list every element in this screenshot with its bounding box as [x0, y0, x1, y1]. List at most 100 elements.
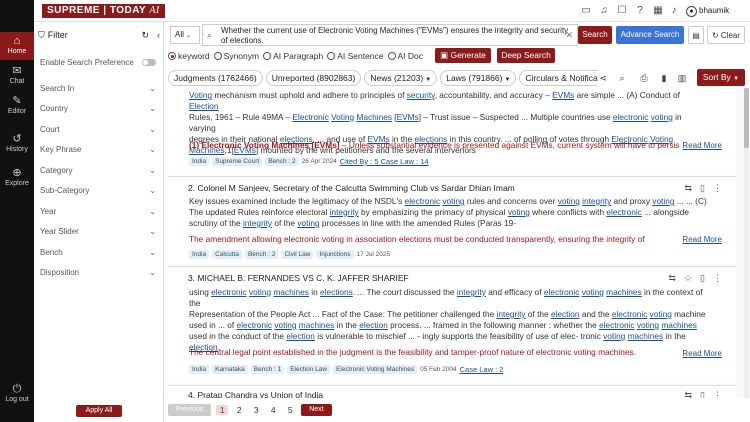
filter-country[interactable]: Country ⌄	[40, 102, 156, 114]
reset-icon[interactable]: ↻	[141, 30, 149, 41]
read-more-link[interactable]: Read More	[682, 235, 722, 244]
more-icon[interactable]: ⋮	[713, 183, 722, 194]
read-more-link[interactable]: Read More	[682, 141, 722, 150]
translate-icon[interactable]: ⇆	[685, 390, 693, 398]
result-title[interactable]: 4. Pratap Chandra vs Union of India	[188, 390, 323, 398]
sort-by-button[interactable]: Sort By ▼	[697, 69, 745, 86]
logout-icon: ⏻	[12, 383, 22, 395]
tab-label: Judgments (1762466)	[174, 73, 257, 83]
filter-sub-category[interactable]: Sub-Category ⌄	[40, 184, 156, 196]
chat-bubble-icon[interactable]: ☐	[616, 5, 628, 17]
tab-judgments[interactable]: Judgments (1762466)	[168, 70, 263, 86]
print-icon[interactable]: ⎙	[638, 72, 650, 84]
search-button[interactable]: Search	[578, 26, 612, 44]
cast-icon[interactable]: ▭	[580, 5, 592, 17]
previous-page-button[interactable]: Previous	[168, 404, 212, 416]
advance-search-button[interactable]: Advance Search	[616, 26, 684, 44]
result-title[interactable]: 3. MICHAEL B. FERNANDES VS C. K. JAFFER …	[188, 273, 409, 283]
translate-icon[interactable]: ⇆	[668, 273, 676, 284]
tab-unreported[interactable]: Unreported (8902863)	[265, 70, 362, 86]
page-2[interactable]: 2	[233, 405, 245, 415]
citation-link[interactable]: Case Law : 2	[460, 365, 504, 374]
tag[interactable]: India	[189, 365, 210, 374]
results-scrollbar[interactable]	[744, 88, 749, 398]
brand-logo[interactable]: SUPREME | TODAY AI	[42, 4, 165, 18]
citation-link[interactable]: Cited By : 5 Case Law : 14	[340, 157, 429, 166]
tag[interactable]: Election Law	[287, 365, 331, 374]
help-icon[interactable]: ?	[634, 5, 646, 17]
deep-search-button[interactable]: Deep Search	[497, 48, 555, 63]
tag[interactable]: Electronic Voting Machines	[333, 365, 418, 374]
filter-court[interactable]: Court ⌄	[40, 123, 156, 135]
bookmark-icon[interactable]: ▯	[700, 183, 705, 194]
filter-key-phrase[interactable]: Key Phrase ⌄	[40, 143, 156, 155]
bookmark-icon[interactable]: ▯	[700, 390, 705, 398]
page-5[interactable]: 5	[284, 405, 296, 415]
notification-icon[interactable]: ♫	[598, 5, 610, 17]
tag[interactable]: Bench : 1	[250, 365, 285, 374]
apps-grid-icon[interactable]: ▦	[652, 5, 664, 17]
nav-home[interactable]: ⌂ Home	[0, 32, 34, 60]
tab-circulars[interactable]: Circulars & Notificatio	[519, 70, 598, 86]
result-key-point: (1) Electronic Voting Machines [EVMs] – …	[189, 140, 679, 150]
result-title[interactable]: 2. Colonel M Sanjeev, Secretary of the C…	[188, 183, 515, 193]
tab-laws[interactable]: Laws (791866) ▼	[440, 70, 517, 86]
bookmark-icon[interactable]: ▯	[700, 273, 705, 284]
more-icon[interactable]: ⋮	[713, 390, 722, 398]
filter-year[interactable]: Year ⌄	[40, 205, 156, 217]
generate-button[interactable]: ▣ Generate	[435, 48, 491, 63]
scroll-thumb[interactable]	[744, 88, 749, 148]
page-4[interactable]: 4	[267, 405, 279, 415]
filter-bench[interactable]: Bench ⌄	[40, 246, 156, 258]
filter-label: Disposition	[40, 267, 80, 277]
nav-logout-label: Log out	[5, 396, 29, 403]
user-menu[interactable]: ● bhaumik	[686, 5, 729, 17]
filter-disposition[interactable]: Disposition ⌄	[40, 266, 156, 278]
tag[interactable]: India	[189, 250, 210, 259]
mode-synonym[interactable]: Synonym	[213, 51, 259, 61]
tag[interactable]: India	[189, 157, 210, 166]
tag[interactable]: Civil Law	[281, 250, 314, 259]
mode-ai-doc[interactable]: AI Doc	[387, 51, 423, 61]
filter-year-slider[interactable]: Year Slider ⌄	[40, 225, 156, 237]
next-page-button[interactable]: Next	[301, 404, 332, 416]
search-icon[interactable]: ⌕	[616, 72, 628, 84]
nav-logout[interactable]: ⏻ Log out	[0, 380, 34, 408]
star-icon[interactable]: ☆	[684, 273, 692, 284]
tab-news[interactable]: News (21203) ▼	[364, 70, 438, 86]
clear-button[interactable]: ↻ Clear	[707, 26, 745, 44]
search-input[interactable]: ⌕ Whether the current use of Electronic …	[202, 24, 578, 46]
bell-icon[interactable]: ♪	[668, 5, 680, 17]
tag[interactable]: Supreme Court	[212, 157, 263, 166]
tag[interactable]: Calcutta	[212, 250, 242, 259]
tag[interactable]: Karnataka	[212, 365, 248, 374]
search-preference-toggle[interactable]	[142, 58, 156, 66]
read-more-link[interactable]: Read More	[682, 349, 722, 358]
collapse-icon[interactable]: ‹	[157, 30, 160, 40]
clear-search-icon[interactable]: ✕	[565, 30, 573, 40]
nav-chat[interactable]: ✉ Chat	[0, 62, 34, 90]
bookmark-icon[interactable]: ▮	[658, 72, 670, 84]
page-3[interactable]: 3	[250, 405, 262, 415]
page-1[interactable]: 1	[216, 405, 229, 415]
share-icon[interactable]: ⋖	[597, 72, 609, 84]
mode-ai-sentence[interactable]: AI Sentence	[327, 51, 384, 61]
search-scope-value: All	[175, 30, 184, 39]
apply-all-button[interactable]: Apply All	[76, 405, 122, 417]
tag[interactable]: Bench : 2	[244, 250, 279, 259]
filter-category[interactable]: Category ⌄	[40, 164, 156, 176]
analytics-icon[interactable]: ▥	[676, 72, 688, 84]
book-icon[interactable]: ▤	[688, 26, 704, 44]
nav-history[interactable]: ↺ History	[0, 130, 34, 158]
tag[interactable]: Injunctions	[316, 250, 354, 259]
mode-keyword[interactable]: keyword	[168, 51, 210, 61]
more-icon[interactable]: ⋮	[713, 273, 722, 284]
mode-label: AI Paragraph	[273, 51, 324, 61]
nav-editor[interactable]: ✎ Editor	[0, 92, 34, 120]
tag[interactable]: Bench : 2	[265, 157, 299, 166]
mode-ai-paragraph[interactable]: AI Paragraph	[263, 51, 323, 61]
filter-search-in[interactable]: Search In ⌄	[40, 82, 156, 94]
nav-explore[interactable]: ⊕ Explore	[0, 164, 34, 192]
search-scope-select[interactable]: All ⌄	[170, 26, 200, 44]
translate-icon[interactable]: ⇆	[685, 183, 693, 194]
